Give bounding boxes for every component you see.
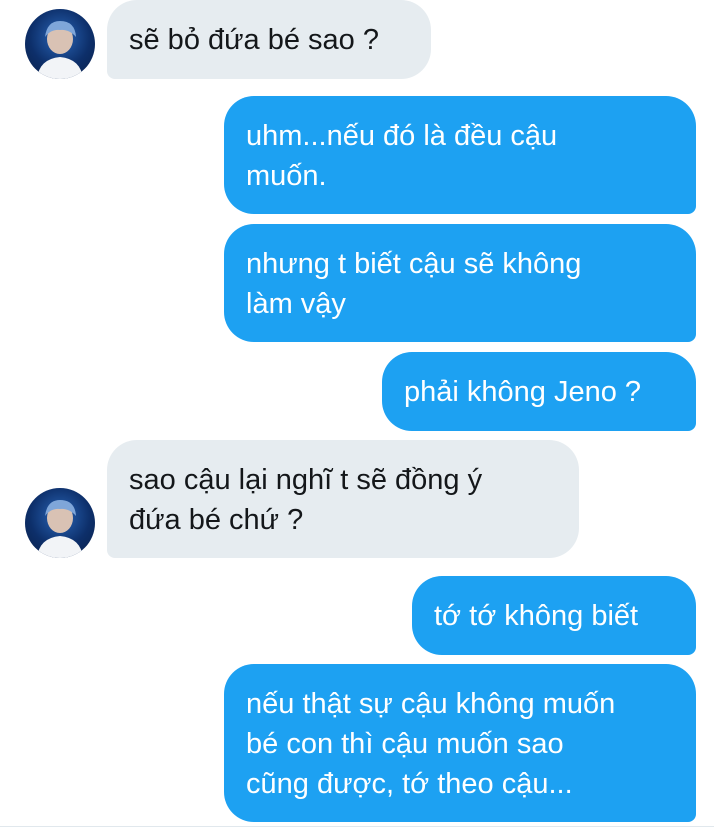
divider [0, 826, 714, 827]
user-avatar-icon [37, 500, 83, 558]
message-bubble-received[interactable]: sẽ bỏ đứa bé sao ? [107, 0, 431, 79]
message-bubble-sent[interactable]: tớ tớ không biết [412, 576, 696, 655]
message-bubble-sent[interactable]: nhưng t biết cậu sẽ không làm vậy [224, 224, 696, 342]
contact-avatar[interactable] [25, 9, 95, 79]
message-bubble-sent[interactable]: phải không Jeno ? [382, 352, 696, 431]
message-bubble-sent[interactable]: nếu thật sự cậu không muốn bé con thì cậ… [224, 664, 696, 822]
user-avatar-icon [37, 21, 83, 79]
message-bubble-received[interactable]: sao cậu lại nghĩ t sẽ đồng ý đứa bé chứ … [107, 440, 579, 558]
contact-avatar[interactable] [25, 488, 95, 558]
message-bubble-sent[interactable]: uhm...nếu đó là đều cậu muốn. [224, 96, 696, 214]
